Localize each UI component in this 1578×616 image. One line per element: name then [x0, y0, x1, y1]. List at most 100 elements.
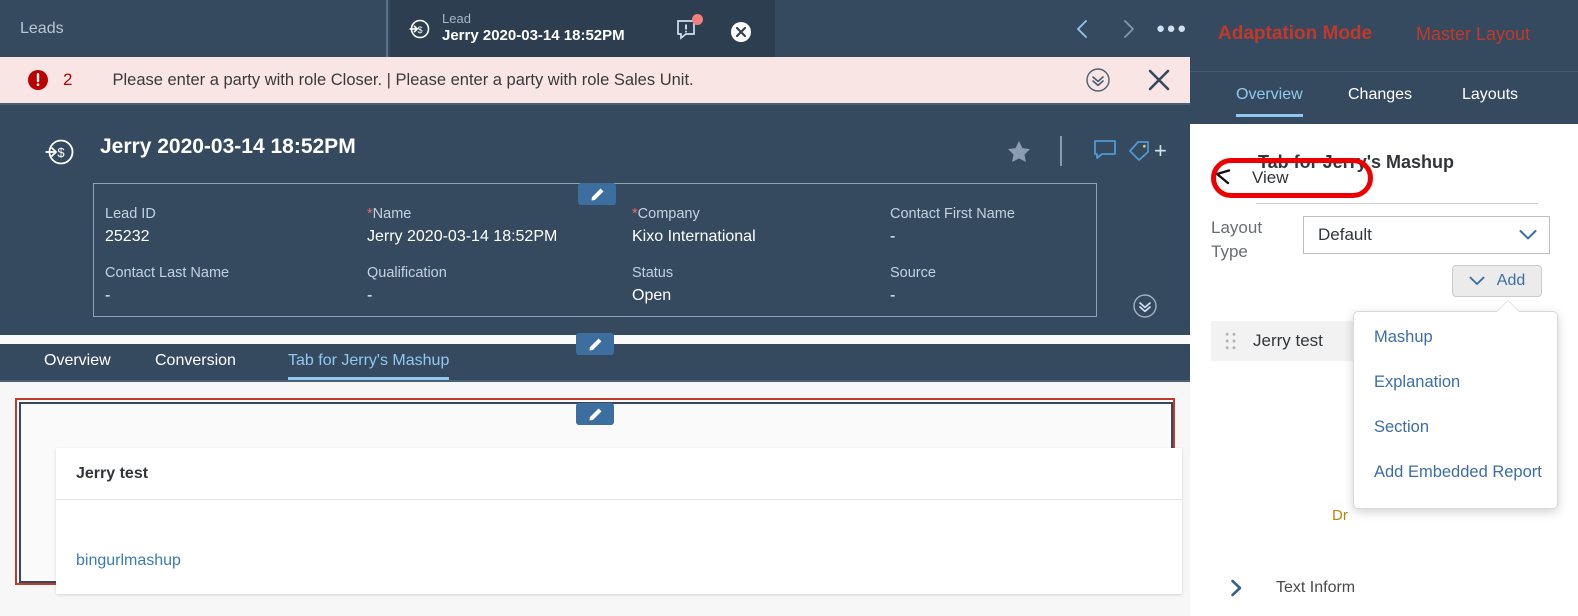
header-edit-pencil-button[interactable] — [578, 183, 616, 205]
header-divider — [1060, 136, 1062, 166]
message-count: 2 — [63, 70, 73, 89]
field-value: Jerry 2020-03-14 18:52PM — [367, 228, 558, 245]
message-close-icon[interactable] — [1148, 69, 1170, 91]
field-label: Contact Last Name — [105, 265, 230, 281]
field-lead-id: Lead ID 25232 — [105, 206, 367, 265]
field-value: Open — [632, 287, 672, 304]
field-status: Status Open — [632, 265, 890, 324]
field-label: Status — [632, 265, 674, 281]
layout-type-select[interactable]: Default — [1303, 216, 1550, 254]
popover-item-mashup[interactable]: Mashup — [1374, 328, 1433, 347]
field-contact-last-name: Contact Last Name - — [105, 265, 367, 324]
panel-divider — [1256, 203, 1538, 204]
adaptation-panel-tabbar: Overview Changes Layouts — [1190, 72, 1578, 124]
note-icon[interactable] — [1093, 139, 1117, 163]
adaptation-outline-inner: Jerry test bingurlmashup — [19, 402, 1182, 594]
adaptation-outline-outer: Jerry test bingurlmashup — [15, 398, 1182, 594]
pencil-icon — [589, 408, 601, 420]
star-icon[interactable] — [1006, 139, 1032, 165]
field-label: Qualification — [367, 265, 447, 281]
annotation-oval — [1211, 158, 1373, 198]
screen-root: Leads $ Lead Jerry 2020-03-14 18:52PM ●●… — [0, 0, 1578, 616]
field-value: 25232 — [105, 228, 150, 245]
message-alert-badge — [692, 14, 703, 25]
panel-tab-overview[interactable]: Overview — [1236, 86, 1303, 117]
popover-arrow — [1497, 301, 1519, 312]
tab-lead-text: Lead Jerry 2020-03-14 18:52PM — [442, 11, 625, 45]
field-value: - — [890, 287, 896, 304]
field-company: *Company Kixo International — [632, 206, 890, 265]
tab-leads[interactable]: Leads — [0, 0, 388, 57]
shell-bar: Leads $ Lead Jerry 2020-03-14 18:52PM ●●… — [0, 0, 1190, 57]
object-page-header: $ Jerry 2020-03-14 18:52PM + Lead ID 252… — [0, 103, 1190, 335]
field-qualification: Qualification - — [367, 265, 632, 324]
svg-text:$: $ — [417, 25, 422, 35]
panel-tab-changes[interactable]: Changes — [1348, 86, 1412, 114]
header-collapse-icon[interactable] — [1133, 294, 1157, 318]
popover-item-add-embedded-report[interactable]: Add Embedded Report — [1374, 463, 1542, 482]
field-value: - — [105, 287, 111, 304]
svg-text:$: $ — [57, 145, 65, 160]
layout-type-value: Default — [1318, 225, 1372, 244]
add-button-label: Add — [1496, 272, 1526, 289]
nav-prev-icon[interactable] — [1072, 18, 1094, 40]
section-tabs-edit-pencil-button[interactable] — [576, 333, 614, 355]
add-button[interactable]: Add — [1452, 265, 1542, 297]
lead-money-icon: $ — [44, 137, 74, 167]
tab-lead-type: Lead — [442, 11, 471, 27]
field-value: - — [890, 228, 896, 245]
lead-money-icon: $ — [408, 18, 430, 40]
tab-lead-active[interactable]: $ Lead Jerry 2020-03-14 18:52PM — [390, 0, 775, 57]
chevron-down-icon — [1469, 276, 1485, 286]
nav-overflow-icon[interactable]: ●●● — [1156, 21, 1188, 36]
adaptation-panel-header: Adaptation Mode Master Layout — [1190, 0, 1578, 72]
section-tab-jerrys-mashup[interactable]: Tab for Jerry's Mashup — [288, 352, 450, 380]
panel-tab-layouts[interactable]: Layouts — [1462, 86, 1518, 114]
chevron-right-icon[interactable] — [1228, 579, 1246, 597]
add-popover-menu: Mashup Explanation Section Add Embedded … — [1353, 311, 1558, 509]
drag-grip-icon[interactable] — [1225, 332, 1237, 350]
field-value: - — [367, 287, 373, 304]
field-label: *Name — [367, 206, 632, 222]
message-strip: 2 Please enter a party with role Closer.… — [0, 57, 1190, 103]
drop-hint-text: Dr — [1332, 507, 1348, 524]
popover-item-section[interactable]: Section — [1374, 418, 1429, 437]
tag-icon[interactable] — [1128, 140, 1150, 162]
field-name: *Name Jerry 2020-03-14 18:52PM — [367, 206, 632, 265]
popover-item-explanation[interactable]: Explanation — [1374, 373, 1460, 392]
mashup-card-title: Jerry test — [76, 464, 149, 482]
object-title-row: $ Jerry 2020-03-14 18:52PM + — [0, 127, 1190, 177]
field-source: Source - — [890, 265, 1100, 324]
tab-lead-title: Jerry 2020-03-14 18:52PM — [442, 27, 625, 45]
page-title: Jerry 2020-03-14 18:52PM — [100, 135, 356, 158]
field-label: Source — [890, 265, 936, 281]
section-tab-conversion[interactable]: Conversion — [155, 352, 236, 377]
master-layout-link[interactable]: Master Layout — [1416, 24, 1530, 45]
field-label-text: Company — [637, 206, 700, 222]
text-information-row[interactable]: Text Inform — [1228, 579, 1355, 597]
chevron-down-icon — [1519, 229, 1537, 241]
panel-list-item-label: Jerry test — [1253, 331, 1323, 350]
field-label-text: Name — [372, 206, 412, 222]
mashup-link[interactable]: bingurlmashup — [76, 552, 181, 570]
text-information-label: Text Inform — [1276, 579, 1356, 596]
content-edit-pencil-button[interactable] — [576, 403, 614, 425]
nav-next-icon[interactable] — [1117, 18, 1139, 40]
error-icon — [27, 69, 49, 91]
section-tab-overview[interactable]: Overview — [44, 352, 111, 377]
mashup-card: Jerry test bingurlmashup — [56, 448, 1182, 594]
field-contact-first-name: Contact First Name - — [890, 206, 1100, 265]
field-label: Contact First Name — [890, 206, 1015, 222]
message-text: Please enter a party with role Closer. |… — [112, 70, 694, 89]
mashup-card-header: Jerry test — [56, 448, 1182, 500]
adaptation-side-panel: Adaptation Mode Master Layout Overview C… — [1190, 0, 1578, 616]
message-expand-icon[interactable] — [1086, 68, 1110, 92]
tag-add-icon[interactable]: + — [1154, 138, 1167, 164]
field-value: Kixo International — [632, 228, 756, 245]
field-label: *Company — [632, 206, 890, 222]
tab-close-icon[interactable] — [730, 21, 752, 43]
tab-leads-label: Leads — [20, 19, 64, 37]
layout-type-label: Layout Type — [1211, 218, 1263, 261]
application-area: Leads $ Lead Jerry 2020-03-14 18:52PM ●●… — [0, 0, 1190, 616]
adaptation-mode-title: Adaptation Mode — [1218, 23, 1373, 44]
